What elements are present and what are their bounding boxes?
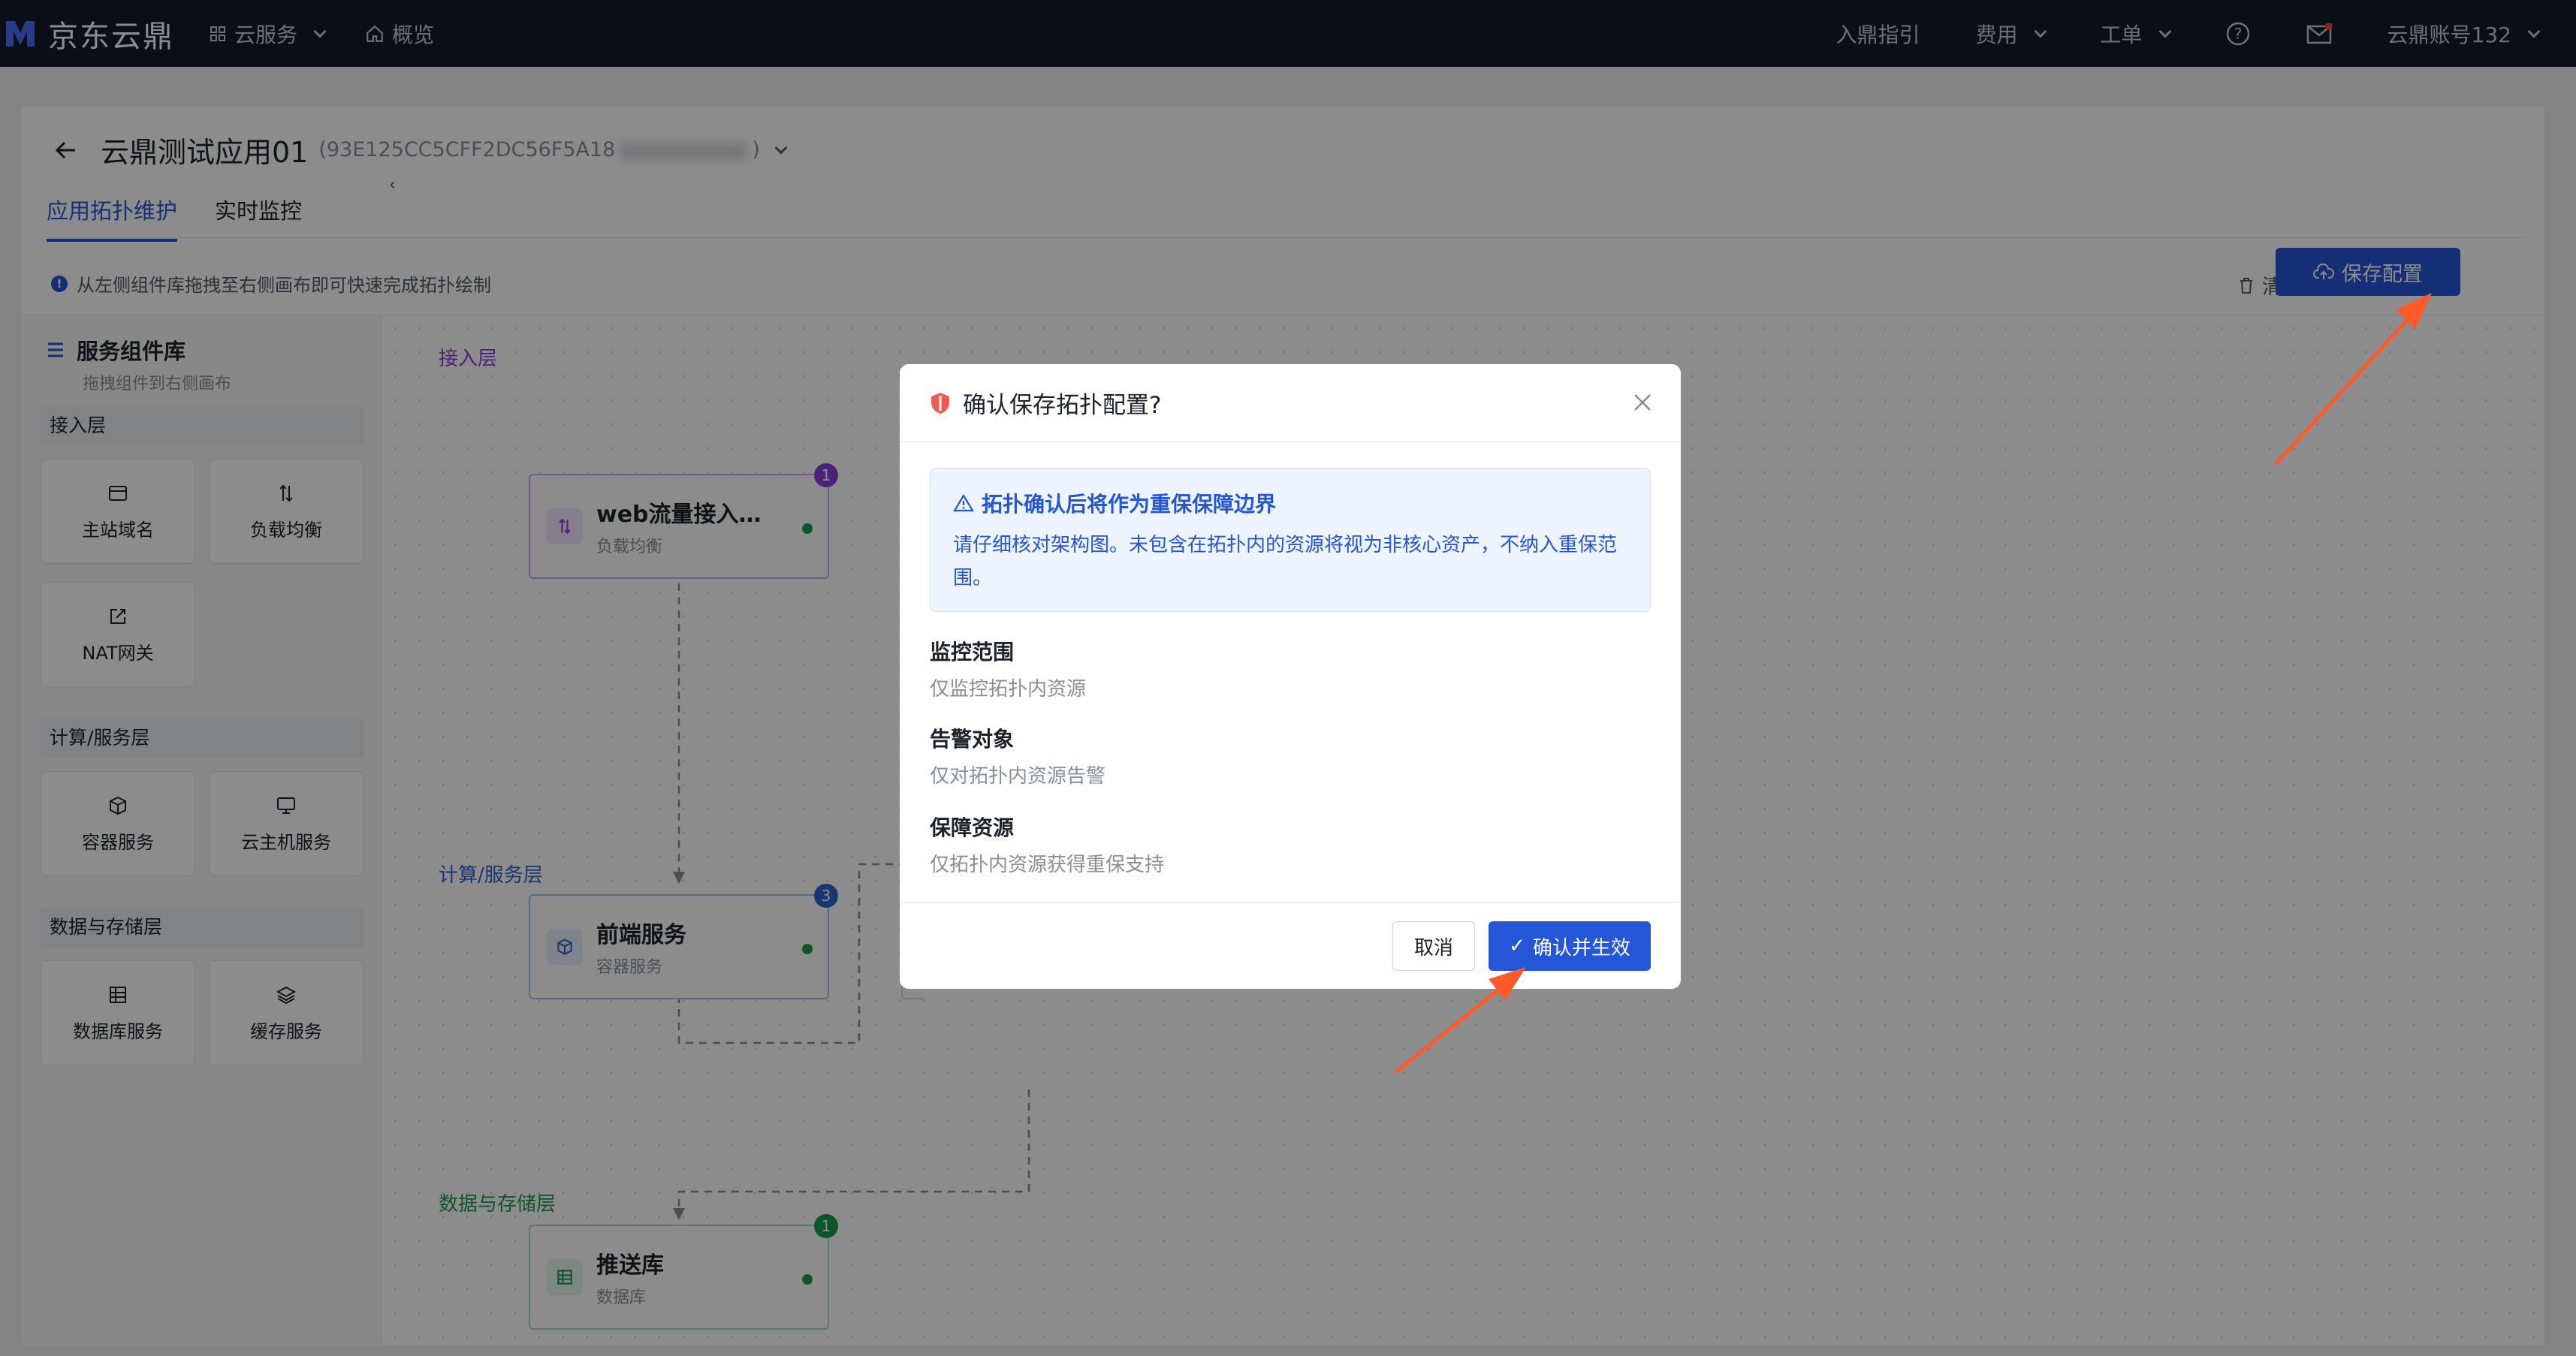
check-icon: ✓: [1509, 935, 1525, 957]
confirm-save-dialog: 确认保存拓扑配置? 拓扑确认后将作为重保保障边界 请仔细核对架构图。未包含在拓扑…: [900, 364, 1681, 989]
field-alert-target-label: 告警对象: [930, 727, 1015, 752]
field-protected-resources-value: 仅拓扑内资源获得重保支持: [930, 854, 1165, 876]
field-monitor-scope-value: 仅监控拓扑内资源: [930, 678, 1087, 701]
shield-icon: [931, 392, 949, 414]
confirm-apply-label: 确认并生效: [1532, 936, 1630, 960]
alert-text: 请仔细核对架构图。未包含在拓扑内的资源将视为非核心资产，不纳入重保范围。: [953, 534, 1618, 589]
close-icon[interactable]: [1631, 391, 1654, 414]
alert-title: 拓扑确认后将作为重保保障边界: [953, 488, 1276, 518]
field-alert-target-value: 仅对拓扑内资源告警: [930, 765, 1106, 788]
dialog-header: 确认保存拓扑配置?: [900, 364, 1681, 442]
warning-alert: 拓扑确认后将作为重保保障边界 请仔细核对架构图。未包含在拓扑内的资源将视为非核心…: [930, 468, 1651, 612]
confirm-apply-button[interactable]: ✓ 确认并生效: [1489, 921, 1651, 971]
cancel-button[interactable]: 取消: [1392, 921, 1475, 971]
warning-icon: [953, 493, 974, 512]
dialog-title: 确认保存拓扑配置?: [963, 392, 1162, 419]
alert-title-label: 拓扑确认后将作为重保保障边界: [982, 492, 1277, 517]
field-protected-resources-label: 保障资源: [930, 815, 1015, 840]
field-monitor-scope-label: 监控范围: [930, 640, 1015, 664]
